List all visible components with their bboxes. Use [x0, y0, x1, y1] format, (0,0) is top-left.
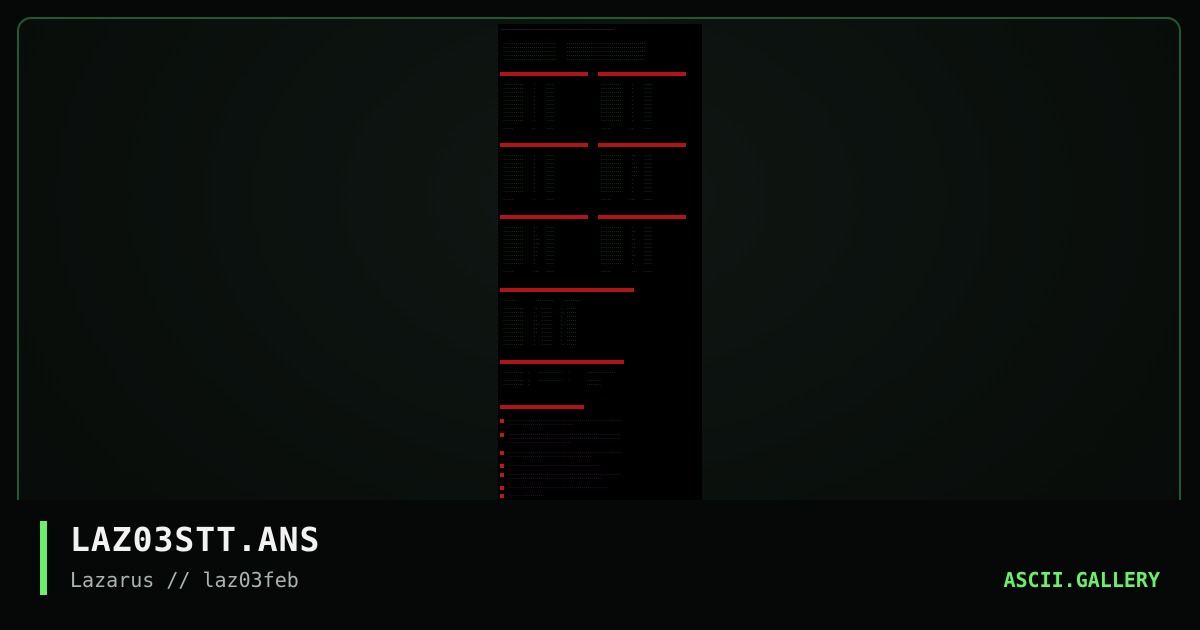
artwork-bullet [500, 464, 504, 468]
ansi-artwork-preview[interactable]: ~~~~~~~~~~~~~~~~~~~~~~~~~~~~~~~~~~~~~~~~… [498, 24, 702, 500]
artwork-section-bar [598, 72, 686, 76]
artwork-table: .......... . .... .......... .. .... ...… [601, 225, 653, 273]
artwork-table: .......... . ........... . .............… [503, 370, 616, 386]
artwork-section-bar [500, 405, 584, 409]
artwork-table: .......... . .... .......... . .... ....… [503, 153, 555, 201]
artwork-bullet [500, 433, 504, 437]
artwork-section-bar [500, 215, 588, 219]
artwork-bullet [500, 419, 504, 423]
artwork-bullet [500, 486, 504, 490]
file-title: LAZ03STT.ANS [70, 520, 321, 559]
artwork-section-bar [598, 215, 686, 219]
artwork-block: .......................... .............… [503, 41, 646, 61]
artwork-section-bar [598, 143, 686, 147]
artwork-note: ........................................… [508, 485, 609, 489]
artwork-note: ........................................… [508, 463, 600, 467]
artwork-table: ...... ......... ......... .......... ..… [503, 298, 581, 346]
artwork-table: .......... . .... .......... . .... ....… [601, 82, 653, 130]
artwork-note: ........................................… [508, 472, 621, 480]
site-brand[interactable]: ASCII.GALLERY [1003, 568, 1160, 592]
artwork-section-bar [500, 143, 588, 147]
artwork-bullet [500, 451, 504, 455]
artwork-line: ~~~~~~~~~~~~~~~~~~~~~~~~~~~~~~~~~~~~~~~~… [501, 28, 614, 32]
artwork-table: .......... . .... .......... . .... ....… [503, 82, 555, 130]
artwork-section-bar [500, 288, 634, 292]
artwork-section-bar [500, 72, 588, 76]
artist-group-subtitle: Lazarus // laz03feb [70, 568, 299, 592]
artwork-note: ........................................… [508, 432, 621, 444]
artwork-note: ........................................… [508, 450, 621, 458]
artwork-table: .......... .. .... .......... . .... ...… [601, 153, 653, 201]
artwork-note: .................. [508, 493, 545, 497]
accent-stripe [40, 521, 47, 595]
artwork-bullet [500, 494, 504, 498]
artwork-table: .......... .. .... .......... . .... ...… [503, 225, 555, 273]
artwork-note: ........................................… [508, 418, 621, 426]
artwork-section-bar [500, 360, 624, 364]
artwork-bullet [500, 473, 504, 477]
